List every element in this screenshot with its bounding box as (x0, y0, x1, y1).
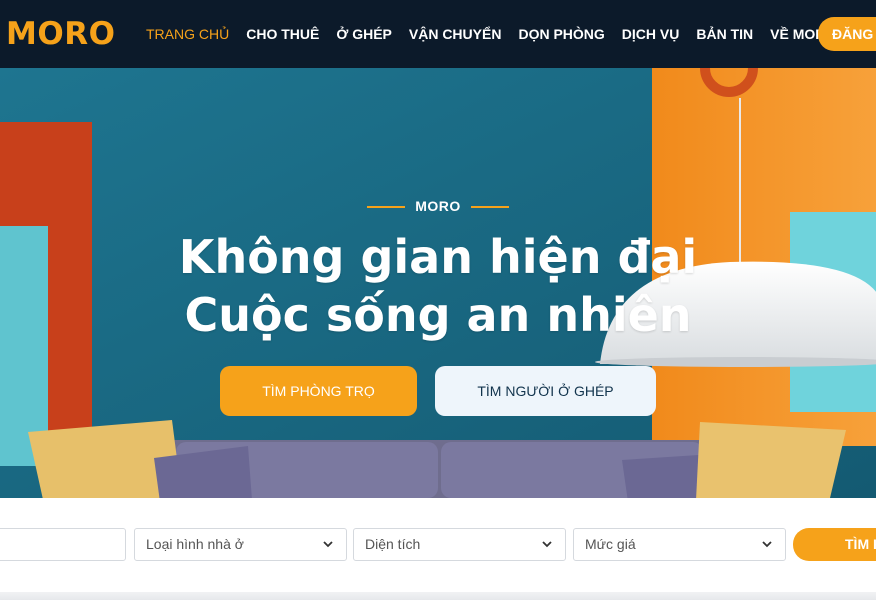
hero-banner: MORO Không gian hiện đại Cuộc sống an nh… (0, 68, 876, 498)
keyword-input[interactable] (0, 528, 126, 561)
main-nav: TRANG CHỦ CHO THUÊ Ở GHÉP VẬN CHUYỂN DỌN… (146, 0, 853, 68)
nav-item-don-phong[interactable]: DỌN PHÒNG (518, 26, 604, 42)
chevron-down-icon (542, 541, 552, 548)
housing-type-select[interactable]: Loại hình nhà ở (134, 528, 347, 561)
chevron-down-icon (323, 541, 333, 548)
headline-line-1: Không gian hiện đại (178, 230, 698, 284)
headline-line-2: Cuộc sống an nhiên (184, 288, 692, 342)
nav-item-trang-chu[interactable]: TRANG CHỦ (146, 26, 229, 42)
hero-eyebrow: MORO (0, 198, 876, 214)
find-room-button[interactable]: TÌM PHÒNG TRỌ (220, 366, 417, 416)
search-bar: Loại hình nhà ở Diện tích Mức giá TÌM K (0, 498, 876, 600)
eyebrow-right-rule (470, 206, 509, 209)
area-value: Diện tích (365, 536, 421, 552)
nav-item-o-ghep[interactable]: Ở GHÉP (336, 26, 392, 42)
top-navbar: MORO TRANG CHỦ CHO THUÊ Ở GHÉP VẬN CHUYỂ… (0, 0, 876, 68)
eyebrow-left-rule (367, 206, 406, 209)
housing-type-value: Loại hình nhà ở (146, 536, 244, 552)
price-select[interactable]: Mức giá (573, 528, 786, 561)
login-button[interactable]: ĐĂNG (818, 17, 876, 51)
hero-headline: Không gian hiện đại Cuộc sống an nhiên (0, 228, 876, 344)
nav-item-cho-thue[interactable]: CHO THUÊ (246, 26, 319, 42)
eyebrow-text: MORO (415, 198, 461, 214)
nav-item-ban-tin[interactable]: BẢN TIN (696, 26, 753, 42)
moro-logo[interactable]: MORO (6, 14, 115, 54)
find-roommate-button[interactable]: TÌM NGƯỜI Ở GHÉP (435, 366, 656, 416)
search-button[interactable]: TÌM K (793, 528, 876, 561)
nav-item-van-chuyen[interactable]: VẬN CHUYỂN (409, 26, 502, 42)
area-select[interactable]: Diện tích (353, 528, 566, 561)
section-divider (0, 592, 876, 600)
nav-item-dich-vu[interactable]: DỊCH VỤ (622, 26, 680, 42)
chevron-down-icon (762, 541, 772, 548)
price-value: Mức giá (585, 536, 636, 552)
